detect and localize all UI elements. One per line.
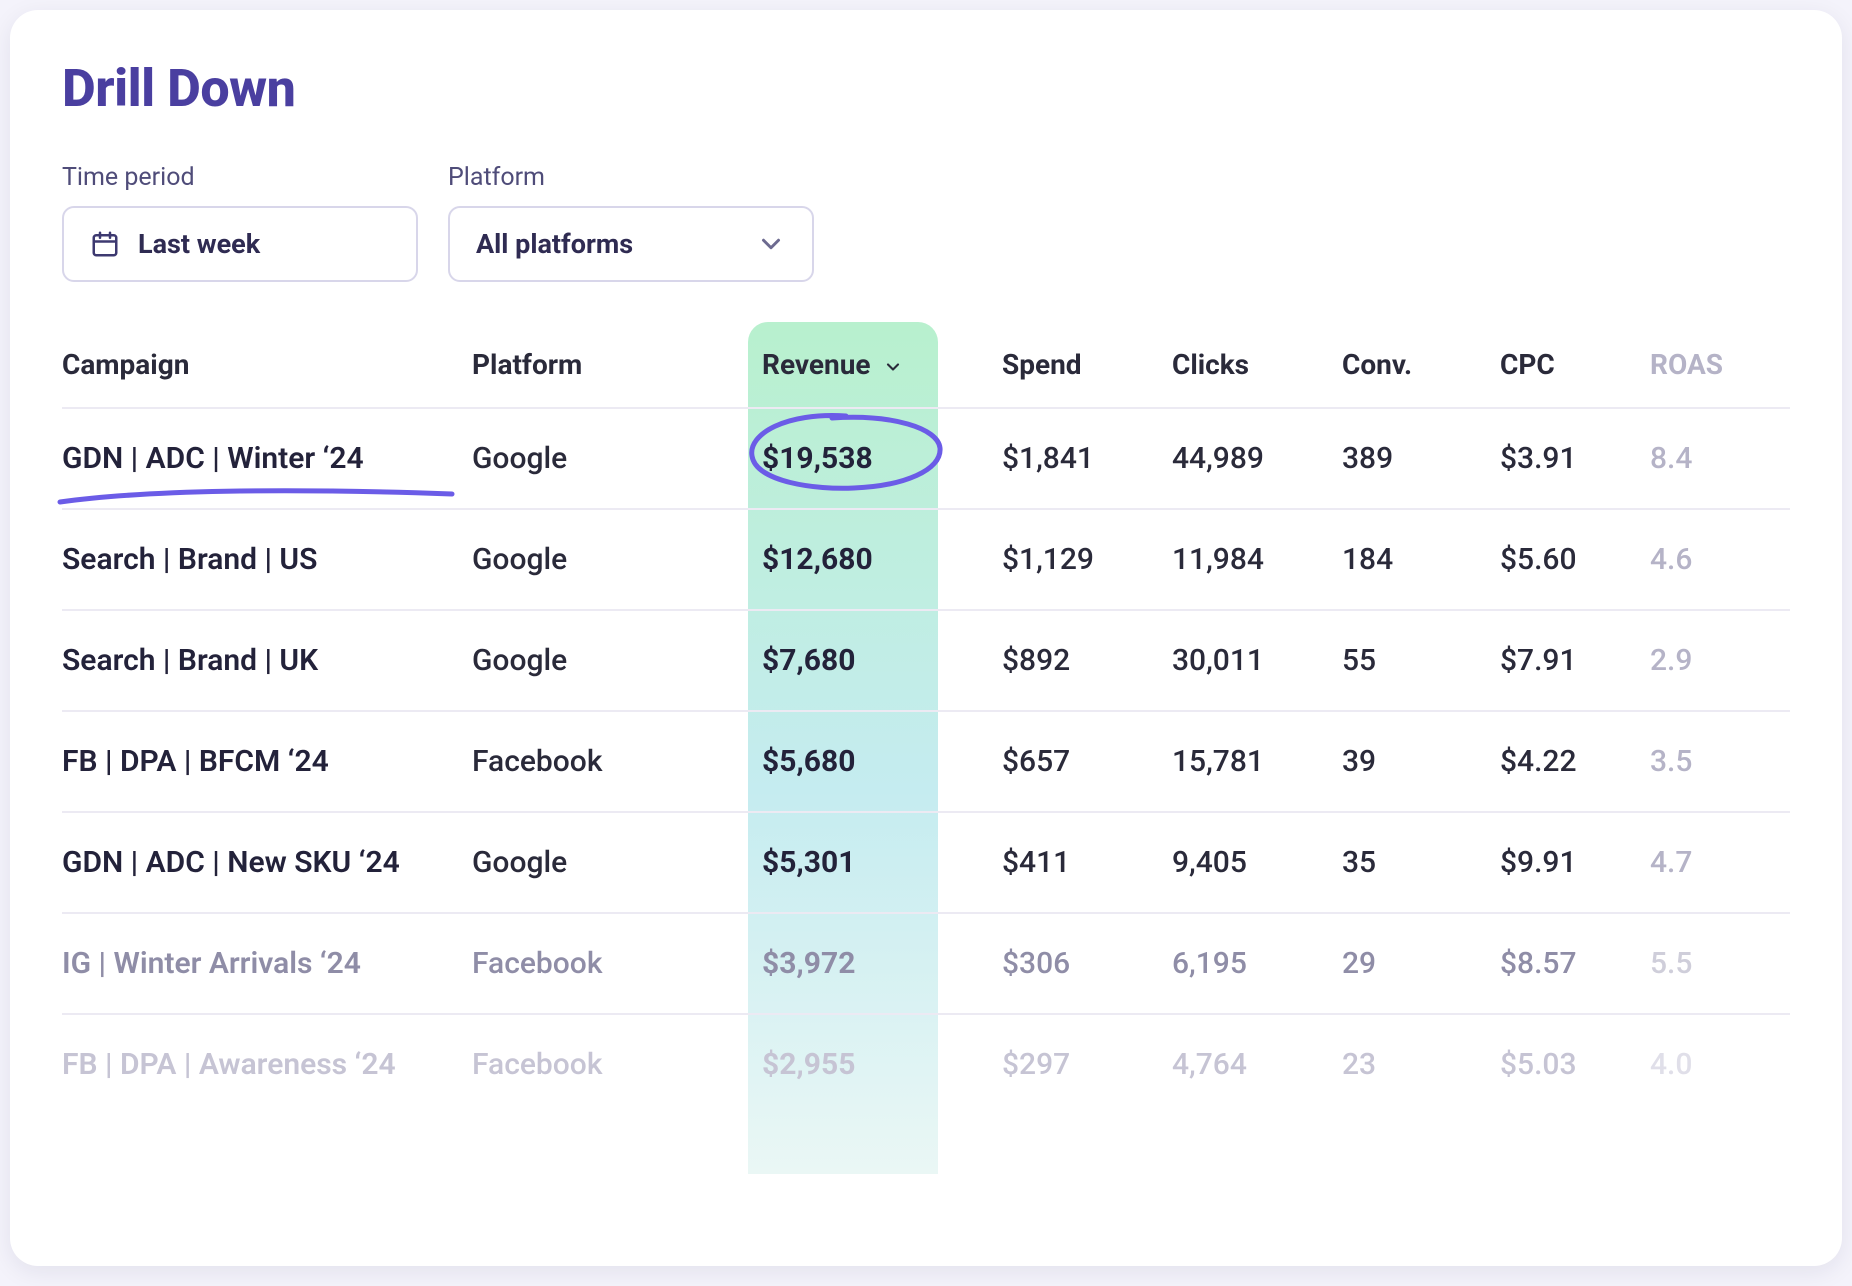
cell-cpc: $8.57 (1500, 913, 1650, 1014)
page-title: Drill Down (62, 58, 1790, 119)
col-header-campaign[interactable]: Campaign (62, 322, 472, 408)
cell-spend: $297 (1002, 1014, 1172, 1114)
platform-filter-value: All platforms (476, 228, 633, 260)
cell-roas: 8.4 (1650, 408, 1790, 509)
cell-cpc: $4.22 (1500, 711, 1650, 812)
table-row[interactable]: FB | DPA | Awareness ‘24Facebook$2,955$2… (62, 1014, 1790, 1114)
time-filter-value: Last week (138, 228, 260, 260)
table-row[interactable]: IG | Winter Arrivals ‘24Facebook$3,972$3… (62, 913, 1790, 1014)
campaigns-table: Campaign Platform Revenue Spend Clicks C… (62, 322, 1790, 1114)
platform-filter-dropdown[interactable]: All platforms (448, 206, 814, 282)
cell-clicks: 9,405 (1172, 812, 1342, 913)
cell-revenue: $12,680 (702, 509, 1002, 610)
col-header-cpc[interactable]: CPC (1500, 322, 1650, 408)
cell-platform: Google (472, 408, 702, 509)
cell-campaign: Search | Brand | UK (62, 610, 472, 711)
cell-campaign: Search | Brand | US (62, 509, 472, 610)
cell-campaign: FB | DPA | BFCM ‘24 (62, 711, 472, 812)
table-header-row: Campaign Platform Revenue Spend Clicks C… (62, 322, 1790, 408)
col-header-platform[interactable]: Platform (472, 322, 702, 408)
col-header-spend[interactable]: Spend (1002, 322, 1172, 408)
cell-roas: 3.5 (1650, 711, 1790, 812)
cell-revenue: $19,538 (702, 408, 1002, 509)
cell-cpc: $7.91 (1500, 610, 1650, 711)
platform-filter-group: Platform All platforms (448, 163, 814, 282)
cell-roas: 4.7 (1650, 812, 1790, 913)
cell-spend: $1,841 (1002, 408, 1172, 509)
cell-conv: 389 (1342, 408, 1500, 509)
col-header-clicks[interactable]: Clicks (1172, 322, 1342, 408)
drilldown-card: Drill Down Time period Last week Platfor… (10, 10, 1842, 1266)
col-header-roas[interactable]: ROAS (1650, 322, 1790, 408)
col-header-revenue[interactable]: Revenue (702, 322, 1002, 408)
cell-spend: $1,129 (1002, 509, 1172, 610)
chevron-down-icon (756, 229, 786, 259)
cell-platform: Facebook (472, 711, 702, 812)
cell-roas: 5.5 (1650, 913, 1790, 1014)
cell-clicks: 30,011 (1172, 610, 1342, 711)
cell-conv: 29 (1342, 913, 1500, 1014)
table-row[interactable]: GDN | ADC | Winter ‘24Google$19,538$1,84… (62, 408, 1790, 509)
cell-cpc: $5.60 (1500, 509, 1650, 610)
table-row[interactable]: GDN | ADC | New SKU ‘24Google$5,301$4119… (62, 812, 1790, 913)
filters-bar: Time period Last week Platform All platf… (62, 163, 1790, 282)
cell-conv: 184 (1342, 509, 1500, 610)
table-row[interactable]: Search | Brand | UKGoogle$7,680$89230,01… (62, 610, 1790, 711)
cell-clicks: 15,781 (1172, 711, 1342, 812)
cell-platform: Google (472, 812, 702, 913)
cell-conv: 23 (1342, 1014, 1500, 1114)
cell-spend: $657 (1002, 711, 1172, 812)
cell-campaign: IG | Winter Arrivals ‘24 (62, 913, 472, 1014)
cell-clicks: 11,984 (1172, 509, 1342, 610)
cell-cpc: $3.91 (1500, 408, 1650, 509)
cell-platform: Facebook (472, 1014, 702, 1114)
cell-spend: $306 (1002, 913, 1172, 1014)
cell-campaign: GDN | ADC | Winter ‘24 (62, 408, 472, 509)
cell-clicks: 6,195 (1172, 913, 1342, 1014)
cell-conv: 39 (1342, 711, 1500, 812)
cell-revenue: $3,972 (702, 913, 1002, 1014)
cell-revenue: $2,955 (702, 1014, 1002, 1114)
cell-campaign: GDN | ADC | New SKU ‘24 (62, 812, 472, 913)
cell-platform: Google (472, 509, 702, 610)
cell-conv: 35 (1342, 812, 1500, 913)
cell-cpc: $5.03 (1500, 1014, 1650, 1114)
cell-revenue: $5,301 (702, 812, 1002, 913)
time-filter-label: Time period (62, 163, 418, 192)
cell-conv: 55 (1342, 610, 1500, 711)
cell-clicks: 4,764 (1172, 1014, 1342, 1114)
col-header-conv[interactable]: Conv. (1342, 322, 1500, 408)
table-row[interactable]: FB | DPA | BFCM ‘24Facebook$5,680$65715,… (62, 711, 1790, 812)
cell-cpc: $9.91 (1500, 812, 1650, 913)
cell-spend: $892 (1002, 610, 1172, 711)
cell-roas: 4.6 (1650, 509, 1790, 610)
cell-revenue: $5,680 (702, 711, 1002, 812)
cell-campaign: FB | DPA | Awareness ‘24 (62, 1014, 472, 1114)
table-container: Campaign Platform Revenue Spend Clicks C… (62, 322, 1790, 1114)
platform-filter-label: Platform (448, 163, 814, 192)
cell-roas: 4.0 (1650, 1014, 1790, 1114)
time-filter-group: Time period Last week (62, 163, 418, 282)
table-row[interactable]: Search | Brand | USGoogle$12,680$1,12911… (62, 509, 1790, 610)
cell-platform: Facebook (472, 913, 702, 1014)
calendar-icon (90, 229, 120, 259)
time-filter-button[interactable]: Last week (62, 206, 418, 282)
sort-descending-icon (883, 357, 903, 377)
cell-revenue: $7,680 (702, 610, 1002, 711)
cell-spend: $411 (1002, 812, 1172, 913)
cell-roas: 2.9 (1650, 610, 1790, 711)
cell-platform: Google (472, 610, 702, 711)
cell-clicks: 44,989 (1172, 408, 1342, 509)
